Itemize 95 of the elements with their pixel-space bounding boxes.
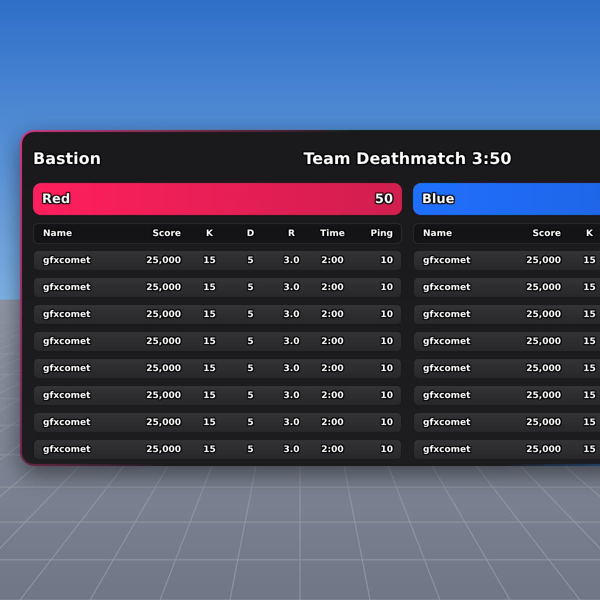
team-name: Red (42, 192, 70, 206)
table-cell-text: 25,000 (145, 418, 182, 428)
table-cell-text: 15 (202, 282, 217, 292)
table-cell-text: 25,000 (525, 444, 562, 454)
table-cell-text: gfxcomet (423, 282, 472, 292)
table-cell-text: 3.0 (282, 444, 300, 454)
table-cell-text: 25,000 (145, 282, 182, 292)
table-cell-text: 15 (202, 364, 217, 374)
table-cell-text: 15 (202, 390, 217, 400)
table-cell-text: 5 (246, 310, 255, 320)
column-header: Score (151, 228, 182, 238)
table-cell-text: 25,000 (525, 256, 562, 266)
table-cell-text: 15 (582, 336, 597, 346)
column-header: Name (423, 228, 454, 238)
column-header: Name (43, 228, 74, 238)
table-cell-text: 25,000 (145, 256, 182, 266)
table-cell-text: 10 (379, 390, 393, 400)
table-cell-text: 10 (379, 310, 393, 320)
table-cell-text: 10 (379, 418, 393, 428)
table-cell-text: 2:00 (320, 282, 345, 292)
table-cell-text: 25,000 (145, 390, 182, 400)
table-cell-text: 10 (379, 336, 393, 346)
table-cell-text: 3.0 (282, 418, 300, 428)
table-cell-text: 15 (202, 336, 217, 346)
table-cell-text: 15 (582, 444, 597, 454)
table-cell-text: 3.0 (282, 310, 300, 320)
table-cell-text: 25,000 (525, 418, 562, 428)
table-cell-text: 15 (202, 418, 217, 428)
table-cell-text: 25,000 (525, 364, 562, 374)
table-cell-text: 5 (246, 364, 255, 374)
column-header: Score (531, 228, 562, 238)
table-cell-text: 25,000 (525, 282, 562, 292)
column-header: D (246, 228, 256, 238)
table-cell-text: 10 (379, 282, 393, 292)
table-cell-text: 3.0 (282, 364, 300, 374)
table-cell-text: 5 (246, 282, 255, 292)
table-cell-text: gfxcomet (423, 256, 472, 266)
column-header: K (205, 228, 214, 238)
table-cell-text: 25,000 (525, 390, 562, 400)
table-cell-text: 3.0 (282, 282, 300, 292)
table-cell-text: 2:00 (320, 444, 345, 454)
table-cell-text: 5 (246, 418, 255, 428)
table-cell-text: 15 (582, 256, 597, 266)
table-cell-text: 25,000 (145, 310, 182, 320)
table-cell-text: 15 (202, 256, 217, 266)
column-header: K (585, 228, 594, 238)
match-mode-title: Team Deathmatch 3:50 (303, 148, 512, 168)
table-cell-text: 15 (582, 364, 597, 374)
table-cell-text: gfxcomet (43, 390, 92, 400)
column-header: R (287, 228, 296, 238)
table-cell-text: 5 (246, 444, 255, 454)
table-cell-text: 15 (582, 390, 597, 400)
table-cell-text: 25,000 (525, 310, 562, 320)
table-cell-text: 15 (582, 418, 597, 428)
table-cell-text: gfxcomet (43, 256, 92, 266)
table-cell-text: gfxcomet (423, 364, 472, 374)
table-cell-text: gfxcomet (43, 310, 92, 320)
table-cell-text: gfxcomet (423, 444, 472, 454)
table-cell-text: 25,000 (525, 336, 562, 346)
table-cell-text: gfxcomet (423, 310, 472, 320)
table-cell-text: 15 (582, 310, 597, 320)
table-cell-text: 25,000 (145, 336, 182, 346)
table-cell-text: 3.0 (282, 336, 300, 346)
table-cell-text: gfxcomet (43, 282, 92, 292)
table-cell-text: 15 (202, 310, 217, 320)
table-cell-text: gfxcomet (43, 418, 92, 428)
column-header: Time (319, 228, 346, 238)
table-cell-text: gfxcomet (423, 418, 472, 428)
table-cell-text: 2:00 (320, 364, 345, 374)
table-cell-text: 10 (379, 444, 393, 454)
table-cell-text: 3.0 (282, 256, 300, 266)
table-cell-text: gfxcomet (43, 444, 92, 454)
table-cell-text: 25,000 (145, 444, 182, 454)
table-cell-text: gfxcomet (423, 390, 472, 400)
table-cell-text: gfxcomet (43, 364, 92, 374)
table-cell-text: gfxcomet (423, 336, 472, 346)
table-cell-text: 5 (246, 390, 255, 400)
team-name: Blue (422, 192, 454, 206)
table-cell-text: 5 (246, 256, 255, 266)
table-cell-text: 25,000 (145, 364, 182, 374)
map-title: Bastion (33, 148, 102, 168)
table-cell-text: 3.0 (282, 390, 300, 400)
table-cell-text: 15 (582, 282, 597, 292)
table-cell-text: 2:00 (320, 390, 345, 400)
table-cell-text: 2:00 (320, 310, 345, 320)
table-cell-text: 2:00 (320, 256, 345, 266)
table-cell-text: 5 (246, 336, 255, 346)
column-header: Ping (369, 228, 393, 238)
team-score: 50 (374, 192, 393, 206)
table-cell-text: gfxcomet (43, 336, 92, 346)
table-cell-text: 2:00 (320, 336, 345, 346)
table-cell-text: 2:00 (320, 418, 345, 428)
table-cell-text: 15 (202, 444, 217, 454)
table-cell-text: 10 (379, 364, 393, 374)
table-cell-text: 10 (379, 256, 393, 266)
